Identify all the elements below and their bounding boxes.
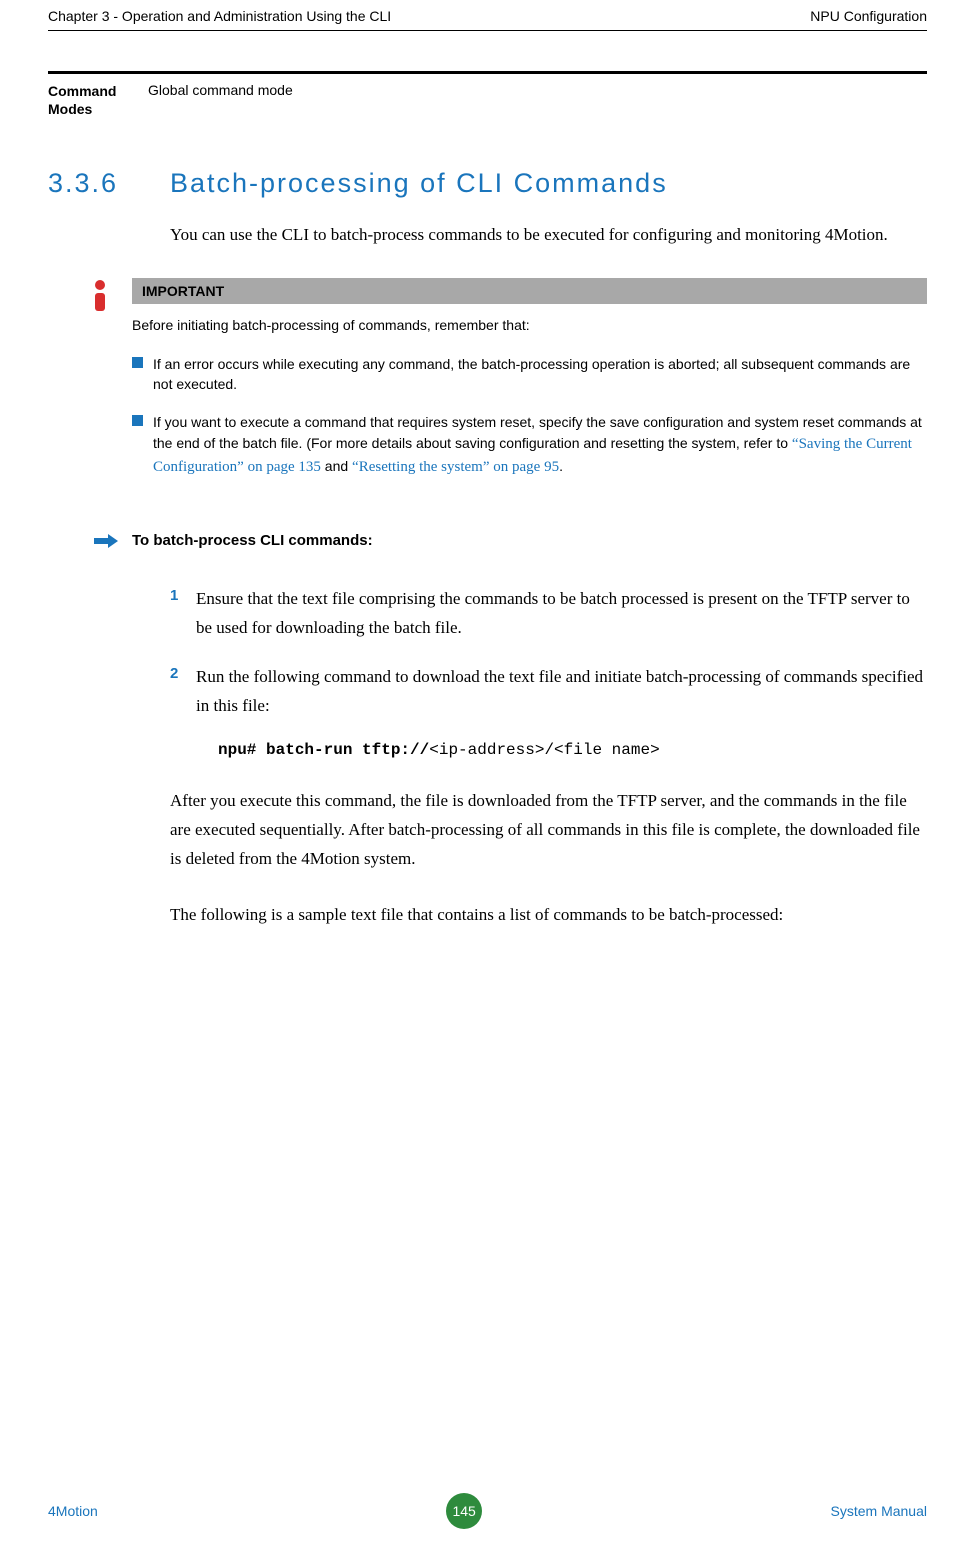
body-paragraph: After you execute this command, the file… [170, 787, 927, 874]
footer-manual: System Manual [831, 1503, 927, 1519]
command-modes-value: Global command mode [148, 82, 293, 118]
important-block: IMPORTANT Before initiating batch-proces… [90, 278, 927, 496]
list-item: If an error occurs while executing any c… [132, 354, 927, 395]
code-command: npu# batch-run tftp://<ip-address>/<file… [218, 741, 927, 759]
bullet-text: If an error occurs while executing any c… [153, 354, 927, 395]
page-footer: 4Motion 145 System Manual [48, 1493, 927, 1529]
bullet-icon [132, 415, 143, 426]
step-number: 1 [170, 585, 196, 643]
step-list: 1 Ensure that the text file comprising t… [170, 585, 927, 721]
cross-reference-link[interactable]: “Resetting the system” on page 95 [352, 459, 559, 475]
arrow-icon [90, 530, 132, 555]
intro-paragraph: You can use the CLI to batch-process com… [170, 221, 927, 250]
important-intro: Before initiating batch-processing of co… [132, 316, 927, 336]
header-chapter: Chapter 3 - Operation and Administration… [48, 8, 391, 24]
bullet-text: If you want to execute a command that re… [153, 412, 927, 478]
procedure-title: To batch-process CLI commands: [132, 530, 373, 555]
section-heading: 3.3.6 Batch-processing of CLI Commands [48, 168, 927, 199]
step-text: Ensure that the text file comprising the… [196, 585, 927, 643]
bullet-icon [132, 357, 143, 368]
important-bullet-list: If an error occurs while executing any c… [132, 354, 927, 478]
step-item: 2 Run the following command to download … [170, 663, 927, 721]
page-header: Chapter 3 - Operation and Administration… [48, 0, 927, 31]
section-number: 3.3.6 [48, 168, 170, 199]
section-title: Batch-processing of CLI Commands [170, 168, 668, 199]
command-modes-label: Command Modes [48, 82, 148, 118]
info-icon [90, 278, 132, 496]
footer-product: 4Motion [48, 1503, 98, 1519]
procedure-block: To batch-process CLI commands: [90, 530, 927, 555]
important-label: IMPORTANT [132, 278, 927, 304]
step-item: 1 Ensure that the text file comprising t… [170, 585, 927, 643]
page-number-badge: 145 [446, 1493, 482, 1529]
list-item: If you want to execute a command that re… [132, 412, 927, 478]
command-modes-row: Command Modes Global command mode [48, 71, 927, 128]
step-text: Run the following command to download th… [196, 663, 927, 721]
body-paragraph: The following is a sample text file that… [170, 901, 927, 930]
header-section: NPU Configuration [810, 8, 927, 24]
step-number: 2 [170, 663, 196, 721]
